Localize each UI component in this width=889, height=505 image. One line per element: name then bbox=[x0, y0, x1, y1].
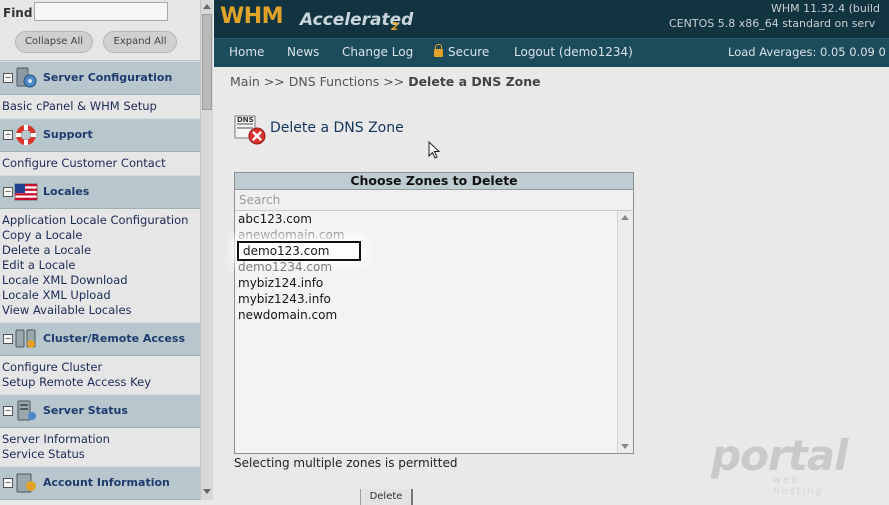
section-items: Configure Customer Contact bbox=[0, 152, 200, 175]
logo-version-mark: 2 bbox=[391, 20, 399, 33]
section-header-cluster[interactable]: − Cluster/Remote Access bbox=[0, 322, 200, 356]
zone-list[interactable]: abc123.com anewdomain.com demo123.com de… bbox=[235, 211, 619, 453]
collapse-all-button[interactable]: Collapse All bbox=[15, 31, 93, 53]
scroll-up-icon[interactable] bbox=[621, 215, 629, 220]
collapse-toggle-icon[interactable]: − bbox=[3, 187, 13, 197]
scroll-down-icon[interactable] bbox=[621, 444, 629, 449]
zone-list-scrollbar[interactable] bbox=[617, 211, 633, 453]
mouse-cursor-icon bbox=[428, 141, 441, 159]
find-label: Find bbox=[3, 6, 33, 20]
lifebuoy-icon bbox=[14, 123, 38, 147]
nav-bar: Home News Change Log Secure Logout (demo… bbox=[214, 38, 889, 67]
multi-select-note: Selecting multiple zones is permitted bbox=[234, 456, 458, 470]
sidebar-item-copy-locale[interactable]: Copy a Locale bbox=[2, 228, 200, 243]
whm-logo: WHM bbox=[220, 4, 284, 29]
collapse-toggle-icon[interactable]: − bbox=[3, 130, 13, 140]
server-status-icon bbox=[14, 399, 38, 423]
sidebar-item-app-locale-config[interactable]: Application Locale Configuration bbox=[2, 213, 200, 228]
sidebar: Find Collapse All Expand All − Server Co… bbox=[0, 0, 213, 500]
watermark-subtext: web hosting bbox=[773, 475, 825, 497]
nav-logout-link[interactable]: Logout (demo1234) bbox=[514, 45, 633, 59]
cluster-icon bbox=[14, 327, 38, 351]
dns-delete-icon: DNS bbox=[234, 113, 266, 145]
breadcrumb-path[interactable]: Main >> DNS Functions >> bbox=[230, 74, 408, 89]
account-info-icon bbox=[14, 471, 38, 495]
zone-item[interactable]: mybiz1243.info bbox=[238, 291, 331, 307]
scroll-down-icon[interactable] bbox=[203, 489, 211, 494]
sidebar-item-customer-contact[interactable]: Configure Customer Contact bbox=[2, 156, 200, 171]
zone-item[interactable]: newdomain.com bbox=[238, 307, 337, 323]
section-header-server-status[interactable]: − Server Status bbox=[0, 394, 200, 428]
find-bar: Find Collapse All Expand All bbox=[0, 0, 200, 61]
breadcrumb-current: Delete a DNS Zone bbox=[408, 74, 541, 89]
nav-news-link[interactable]: News bbox=[287, 45, 319, 59]
section-title: Account Information bbox=[43, 476, 170, 489]
load-averages: Load Averages: 0.05 0.09 0 bbox=[728, 45, 886, 59]
collapse-toggle-icon[interactable]: − bbox=[3, 478, 13, 488]
zone-item[interactable]: abc123.com bbox=[238, 211, 312, 227]
nav-change-log-link[interactable]: Change Log bbox=[342, 45, 413, 59]
collapse-toggle-icon[interactable]: − bbox=[3, 334, 13, 344]
nav-secure-label: Secure bbox=[448, 45, 490, 59]
os-text: CENTOS 5.8 x86_64 standard on serv bbox=[669, 17, 876, 30]
header: WHM Accelerated 2 WHM 11.32.4 (build CEN… bbox=[214, 0, 889, 38]
sidebar-item-view-locales[interactable]: View Available Locales bbox=[2, 303, 200, 318]
section-title: Cluster/Remote Access bbox=[43, 332, 185, 345]
section-items: Basic cPanel & WHM Setup bbox=[0, 95, 200, 118]
section-header-locales[interactable]: − Locales bbox=[0, 175, 200, 209]
sidebar-scrollbar[interactable] bbox=[200, 0, 213, 500]
scroll-up-icon[interactable] bbox=[203, 4, 211, 9]
scroll-thumb[interactable] bbox=[202, 14, 212, 110]
expand-all-button[interactable]: Expand All bbox=[103, 31, 177, 53]
server-config-icon bbox=[14, 66, 38, 90]
sidebar-item-server-information[interactable]: Server Information bbox=[2, 432, 200, 447]
section-title: Locales bbox=[43, 185, 90, 198]
breadcrumb: Main >> DNS Functions >> Delete a DNS Zo… bbox=[230, 74, 541, 89]
find-input[interactable] bbox=[34, 2, 168, 21]
collapse-toggle-icon[interactable]: − bbox=[3, 406, 13, 416]
section-header-support[interactable]: − Support bbox=[0, 118, 200, 152]
collapse-toggle-icon[interactable]: − bbox=[3, 73, 13, 83]
delete-button[interactable]: Delete bbox=[360, 489, 413, 505]
main-content: Main >> DNS Functions >> Delete a DNS Zo… bbox=[214, 67, 889, 505]
section-items: Configure Cluster Setup Remote Access Ke… bbox=[0, 356, 200, 394]
zone-item[interactable]: mybiz124.info bbox=[238, 275, 323, 291]
zone-item-selected[interactable]: demo123.com bbox=[237, 241, 362, 261]
section-items: Server Information Service Status bbox=[0, 428, 200, 466]
section-title: Support bbox=[43, 128, 93, 141]
watermark-text: portal bbox=[711, 431, 848, 480]
sidebar-item-edit-locale[interactable]: Edit a Locale bbox=[2, 258, 200, 273]
section-items: Application Locale Configuration Copy a … bbox=[0, 209, 200, 322]
portal-watermark: portal web hosting bbox=[711, 431, 848, 497]
section-title: Server Configuration bbox=[43, 71, 173, 84]
section-header-server-configuration[interactable]: − Server Configuration bbox=[0, 61, 200, 95]
nav-secure-link[interactable]: Secure bbox=[434, 44, 490, 59]
flag-icon bbox=[14, 180, 38, 204]
zones-selector: Choose Zones to Delete Search abc123.com… bbox=[234, 172, 634, 454]
sidebar-item-configure-cluster[interactable]: Configure Cluster bbox=[2, 360, 200, 375]
sidebar-item-delete-locale[interactable]: Delete a Locale bbox=[2, 243, 200, 258]
dns-icon-label: DNS bbox=[237, 116, 254, 124]
page-title: Delete a DNS Zone bbox=[270, 120, 404, 136]
sidebar-item-service-status[interactable]: Service Status bbox=[2, 447, 200, 462]
version-text: WHM 11.32.4 (build bbox=[771, 2, 880, 15]
sidebar-item-basic-setup[interactable]: Basic cPanel & WHM Setup bbox=[2, 99, 200, 114]
sidebar-item-locale-xml-download[interactable]: Locale XML Download bbox=[2, 273, 200, 288]
nav-home-link[interactable]: Home bbox=[229, 45, 264, 59]
zones-header: Choose Zones to Delete bbox=[235, 173, 633, 190]
sidebar-item-remote-access-key[interactable]: Setup Remote Access Key bbox=[2, 375, 200, 390]
zone-item[interactable]: demo1234.com bbox=[238, 259, 332, 275]
zone-search-input[interactable]: Search bbox=[235, 190, 633, 211]
sidebar-item-locale-xml-upload[interactable]: Locale XML Upload bbox=[2, 288, 200, 303]
lock-icon bbox=[434, 44, 443, 57]
section-title: Server Status bbox=[43, 404, 128, 417]
sidebar-menu: − Server Configuration Basic cPanel & WH… bbox=[0, 61, 200, 500]
section-header-account-information[interactable]: − Account Information bbox=[0, 466, 200, 500]
